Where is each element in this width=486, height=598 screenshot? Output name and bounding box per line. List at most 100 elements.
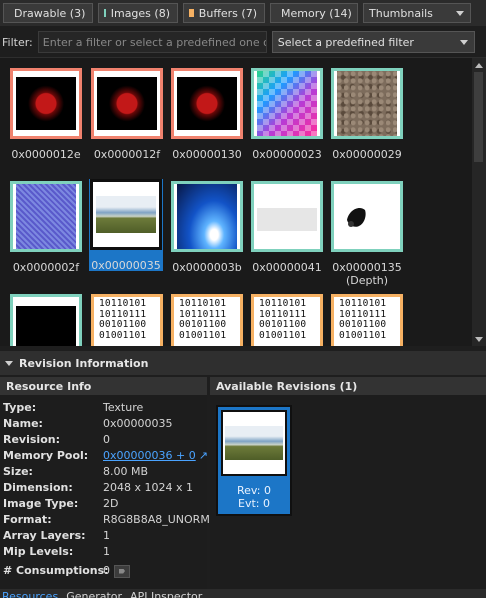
revision-thumbnail — [221, 410, 287, 476]
texture-preview — [337, 190, 397, 243]
binary-preview: 10110101 10110111 00101100 01001101 — [337, 297, 397, 346]
external-link-icon[interactable]: ↗ — [199, 449, 208, 462]
texture-preview — [16, 306, 76, 346]
view-mode-select[interactable]: Thumbnails — [363, 3, 471, 23]
predefined-filter-select[interactable]: Select a predefined filter — [271, 31, 475, 53]
grid-item[interactable]: 0x00000023 — [242, 68, 323, 168]
thumbnail: 10110101 10110111 00101100 01001101 — [91, 294, 163, 346]
revision-number: Rev: 0 — [236, 484, 272, 497]
field-key: Revision: — [3, 433, 60, 446]
revision-info-title: Revision Information — [19, 356, 149, 370]
thumbnail — [10, 68, 82, 139]
bottom-tabs: Resources Generator API Inspector — [0, 589, 486, 598]
scrollbar-thumb[interactable] — [474, 72, 483, 162]
grid-item[interactable]: 10110101 10110111 00101100 01001101 — [162, 294, 243, 346]
item-label: 0x00000135 — [332, 261, 402, 274]
field-key: Format: — [3, 513, 52, 526]
chevron-down-icon — [456, 10, 464, 16]
tab-memory[interactable]: Memory (14) — [270, 3, 358, 23]
item-label: 0x0000012f — [93, 148, 161, 161]
field-key: Memory Pool: — [3, 449, 89, 462]
revision-event: Evt: 0 — [238, 497, 270, 510]
texture-preview — [257, 71, 317, 136]
texture-preview — [177, 184, 237, 249]
grid-item[interactable]: 0x0000002f — [1, 181, 82, 281]
resource-info-title: Resource Info — [0, 377, 207, 395]
grid-item[interactable]: 10110101 10110111 00101100 01001101 — [82, 294, 163, 346]
texture-preview — [177, 77, 237, 130]
item-label: 0x00000035 — [91, 259, 161, 272]
tab-drawable[interactable]: Drawable (3) — [3, 3, 93, 23]
grid-scrollbar[interactable] — [472, 58, 486, 346]
grid-item[interactable]: 0x0000012f — [82, 68, 163, 168]
field-value: 0 — [103, 564, 110, 577]
item-label: 0x00000029 — [332, 148, 402, 161]
tab-label: Buffers (7) — [198, 6, 257, 20]
field-key: Image Type: — [3, 497, 79, 510]
texture-preview — [257, 208, 317, 231]
grid-item[interactable]: 10110101 10110111 00101100 01001101 — [322, 294, 403, 346]
thumbnail — [171, 181, 243, 252]
revision-info-header[interactable]: Revision Information — [0, 351, 486, 375]
memory-pool-link[interactable]: 0x00000036 + 0 — [103, 449, 196, 462]
grid-item[interactable]: 10110101 10110111 00101100 01001101 — [242, 294, 323, 346]
field-value: 1 — [103, 529, 110, 542]
tab-api-inspector[interactable]: API Inspector — [130, 591, 202, 598]
grid-item[interactable]: 0x0000003b — [162, 181, 243, 281]
field-key: Size: — [3, 465, 33, 478]
field-key: # Consumptions: — [3, 564, 109, 577]
revision-card[interactable]: Rev: 0 Evt: 0 — [216, 405, 292, 516]
filter-label: Filter: — [2, 35, 33, 49]
grid-item[interactable] — [1, 294, 82, 346]
filter-row: Filter: Enter a filter or select a prede… — [0, 29, 486, 55]
grid-item-selected[interactable]: 0x00000035 — [89, 179, 163, 272]
field-key: Type: — [3, 401, 37, 414]
field-key: Dimension: — [3, 481, 73, 494]
binary-preview: 10110101 10110111 00101100 01001101 — [177, 297, 237, 346]
tab-images[interactable]: Images (8) — [98, 3, 178, 23]
field-key: Name: — [3, 417, 43, 430]
predefined-filter-value: Select a predefined filter — [277, 35, 414, 49]
tab-label: Images (8) — [110, 6, 170, 20]
thumbnail — [91, 68, 163, 139]
item-label: 0x00000023 — [252, 148, 322, 161]
thumbnail — [171, 68, 243, 139]
item-label: 0x0000003b — [172, 261, 242, 274]
memory-pool-value-wrap: 0x00000036 + 0 ↗ — [103, 448, 208, 464]
item-label: 0x0000012e — [11, 148, 81, 161]
tab-generator[interactable]: Generator — [66, 591, 122, 598]
field-value: Texture — [103, 401, 144, 414]
thumbnail — [251, 181, 323, 252]
filter-input[interactable]: Enter a filter or select a predefined on… — [37, 31, 267, 53]
field-value: 8.00 MB — [103, 465, 149, 478]
thumbnail: 10110101 10110111 00101100 01001101 — [251, 294, 323, 346]
buffers-swatch-icon — [189, 9, 194, 17]
collapse-triangle-icon[interactable] — [5, 360, 13, 366]
tab-resources[interactable]: Resources — [2, 591, 58, 598]
consumptions-tag-icon[interactable] — [114, 564, 130, 578]
grid-item[interactable]: 0x00000041 — [242, 181, 323, 281]
item-label: 0x0000002f — [12, 261, 80, 274]
images-swatch-icon — [104, 9, 106, 17]
field-key: Array Layers: — [3, 529, 86, 542]
thumbnail — [90, 179, 162, 250]
grid-item[interactable]: 0x00000130 — [162, 68, 243, 168]
field-value: 1 — [103, 545, 110, 558]
thumbnail — [331, 68, 403, 139]
field-value: 2D — [103, 497, 119, 510]
tab-buffers[interactable]: Buffers (7) — [183, 3, 265, 23]
scroll-up-icon[interactable] — [475, 63, 483, 68]
texture-preview — [225, 426, 283, 460]
scroll-down-icon[interactable] — [475, 337, 483, 342]
grid-item[interactable]: 0x00000135 (Depth) — [322, 181, 403, 291]
field-key: Mip Levels: — [3, 545, 74, 558]
view-mode-value: Thumbnails — [369, 6, 433, 20]
grid-item[interactable]: 0x00000029 — [322, 68, 403, 168]
binary-preview: 10110101 10110111 00101100 01001101 — [257, 297, 317, 346]
grid-item[interactable]: 0x0000012e — [1, 68, 82, 168]
field-value: 0 — [103, 433, 110, 446]
chevron-down-icon — [459, 39, 468, 45]
resource-info-panel: Resource Info Type: Texture Name: 0x0000… — [0, 377, 210, 589]
available-revisions-title: Available Revisions (1) — [210, 377, 486, 395]
thumbnail — [10, 181, 82, 252]
